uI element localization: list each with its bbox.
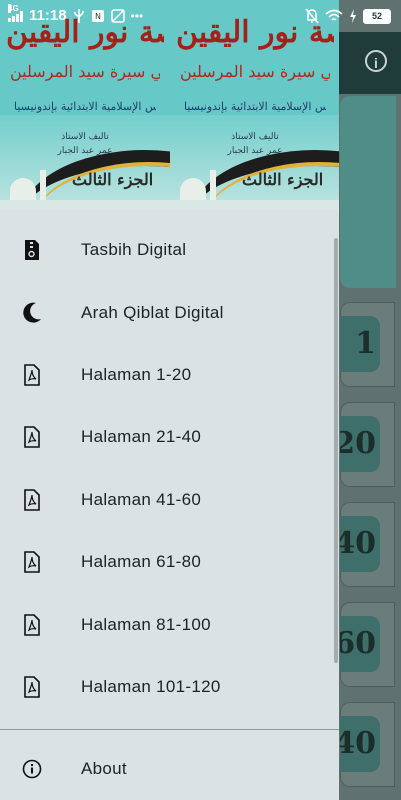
charging-icon [350, 9, 356, 23]
mute-bell-icon [305, 8, 319, 24]
menu-item-halaman-61-80[interactable]: Halaman 61-80 [0, 531, 339, 593]
menu-item-arah-qiblat[interactable]: Arah Qiblat Digital [0, 281, 339, 343]
menu-item-tasbih-digital[interactable]: Tasbih Digital [0, 219, 339, 281]
card-number: 1 [340, 316, 380, 372]
card-number: 40 [340, 516, 380, 572]
signal-icon: 4G [8, 3, 23, 22]
menu-item-halaman-81-100[interactable]: Halaman 81-100 [0, 593, 339, 655]
background-banner [340, 96, 396, 288]
menu-item-label: Tasbih Digital [81, 240, 187, 260]
cover-subtitle: في سيرة سيد المرسلين [10, 62, 160, 81]
cover-volume: الجزء الثالث [242, 170, 324, 189]
pdf-file-icon [22, 613, 42, 636]
svg-text:N: N [95, 12, 101, 21]
pdf-file-icon [22, 551, 42, 573]
menu-item-label: About [81, 759, 127, 778]
menu-item-label: Halaman 41-60 [81, 489, 202, 509]
cover-subtitle: في سيرة سيد المرسلين [180, 62, 330, 81]
drawer-scrollbar[interactable] [334, 238, 338, 663]
menu-item-label: Halaman 61-80 [81, 552, 202, 572]
background-card: 1 [340, 302, 395, 387]
wifi-icon [325, 9, 343, 21]
clock: 11:18 [29, 7, 67, 24]
background-card: 40 [340, 702, 395, 787]
menu-item-label: Halaman 1-20 [81, 364, 192, 384]
usb-icon [73, 8, 84, 23]
cover-author-line: تأليف الأستاذ [231, 132, 279, 142]
nfc-icon: N [91, 9, 104, 22]
info-icon [22, 759, 42, 779]
status-bar: 4G 11:18 N ••• 52 [0, 0, 401, 32]
image-off-icon [110, 8, 125, 23]
menu-item-halaman-41-60[interactable]: Halaman 41-60 [0, 469, 339, 531]
menu-item-label: Halaman 81-100 [81, 614, 211, 634]
background-card: 20 [340, 402, 395, 487]
menu-item-label: Arah Qiblat Digital [81, 302, 224, 322]
menu-item-about[interactable]: About [0, 738, 339, 800]
cover-school-line: للمدارس الإسلامية الابتدائية بإندونيسيا [14, 100, 156, 113]
cover-school-line: للمدارس الإسلامية الابتدائية بإندونيسيا [184, 100, 326, 113]
menu-item-label: Halaman 101-120 [81, 676, 221, 696]
pdf-file-icon [22, 488, 42, 511]
navigation-drawer: خلاصة نور اليقين في سيرة سيد المرسلين لل… [0, 0, 339, 800]
tasbih-icon [22, 239, 42, 261]
menu-divider [0, 729, 339, 730]
menu-item-label: Halaman 21-40 [81, 427, 202, 447]
battery-icon: 52 [363, 8, 391, 24]
cover-volume: الجزء الثالث [72, 170, 154, 189]
menu-item-halaman-101-120[interactable]: Halaman 101-120 [0, 656, 339, 718]
cover-author-line: تأليف الأستاذ [61, 132, 109, 142]
background-card: 40 [340, 502, 395, 587]
network-type: 4G [8, 3, 19, 13]
menu-item-halaman-21-40[interactable]: Halaman 21-40 [0, 406, 339, 468]
pdf-file-icon [22, 364, 42, 386]
pdf-file-icon [22, 426, 42, 449]
menu-item-halaman-1-20[interactable]: Halaman 1-20 [0, 344, 339, 406]
toolbar-info-icon[interactable]: i [365, 50, 387, 72]
drawer-menu: Tasbih Digital Arah Qiblat Digital Halam… [0, 219, 339, 718]
moon-icon [22, 302, 42, 324]
card-number: 40 [340, 716, 380, 772]
background-card: 60 [340, 602, 395, 687]
card-number: 60 [340, 616, 380, 672]
card-number: 20 [340, 416, 380, 472]
more-notifications: ••• [130, 8, 144, 23]
pdf-file-icon [22, 676, 42, 698]
